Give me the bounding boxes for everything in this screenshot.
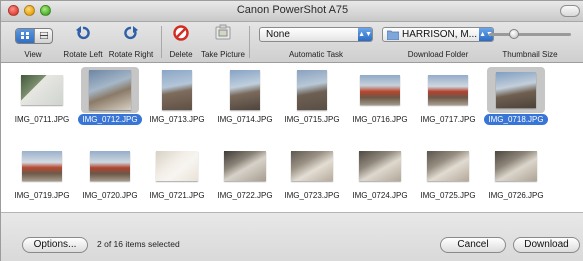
- image-filename-text: IMG_0720.JPG: [82, 191, 138, 200]
- image-item[interactable]: IMG_0716.JPG: [347, 65, 413, 129]
- toolbar: View Rotate Left Rotate Right Delete Tak…: [1, 22, 583, 63]
- image-item[interactable]: IMG_0718.JPG: [483, 65, 549, 129]
- image-item[interactable]: IMG_0724.JPG: [347, 141, 413, 205]
- download-folder-select[interactable]: HARRISON, M... ▲▼: [382, 27, 494, 42]
- automatic-task-value: None: [266, 29, 290, 40]
- take-picture-button[interactable]: Take Picture: [201, 22, 245, 62]
- image-filename-text: IMG_0726.JPG: [488, 191, 544, 200]
- download-button[interactable]: Download: [513, 237, 580, 253]
- title-bar[interactable]: Canon PowerShot A75: [1, 1, 583, 22]
- image-thumbnail[interactable]: [495, 151, 537, 181]
- list-icon: [39, 31, 49, 40]
- automatic-task-label: Automatic Task: [288, 50, 344, 59]
- image-filename-text: IMG_0721.JPG: [149, 191, 205, 200]
- image-filename-text: IMG_0711.JPG: [14, 115, 70, 124]
- image-thumbnail[interactable]: [89, 70, 131, 110]
- image-filename-text: IMG_0724.JPG: [352, 191, 408, 200]
- image-thumbnail[interactable]: [230, 70, 260, 110]
- list-view-segment[interactable]: [34, 29, 52, 43]
- window-title: Canon PowerShot A75: [236, 4, 349, 16]
- image-filename-text: IMG_0718.JPG: [484, 114, 548, 125]
- image-thumbnail[interactable]: [427, 151, 469, 181]
- image-item[interactable]: IMG_0723.JPG: [279, 141, 345, 205]
- image-thumbnail[interactable]: [359, 151, 401, 181]
- take-picture-label: Take Picture: [200, 50, 246, 59]
- image-item[interactable]: IMG_0711.JPG: [9, 65, 75, 129]
- image-filename: IMG_0718.JPG: [475, 114, 557, 125]
- camera-icon: [214, 24, 232, 43]
- image-item[interactable]: IMG_0713.JPG: [144, 65, 210, 129]
- view-segmented-control[interactable]: [15, 28, 53, 44]
- image-item[interactable]: IMG_0725.JPG: [415, 141, 481, 205]
- image-item[interactable]: IMG_0726.JPG: [483, 141, 549, 205]
- image-item[interactable]: IMG_0715.JPG: [279, 65, 345, 129]
- image-thumbnail[interactable]: [496, 72, 536, 108]
- image-capture-window: Canon PowerShot A75 View Rotate Left Rot…: [0, 0, 583, 261]
- thumbnail-size-slider[interactable]: [489, 29, 571, 39]
- rotate-right-icon: [123, 25, 139, 43]
- selection-status: 2 of 16 items selected: [97, 239, 180, 249]
- image-item[interactable]: IMG_0717.JPG: [415, 65, 481, 129]
- image-filename-text: IMG_0725.JPG: [420, 191, 476, 200]
- icon-view-segment[interactable]: [16, 29, 34, 43]
- updown-arrows-icon: ▲▼: [358, 28, 372, 41]
- rotate-left-icon: [75, 25, 91, 43]
- image-filename-text: IMG_0722.JPG: [217, 191, 273, 200]
- image-thumbnail[interactable]: [21, 75, 63, 105]
- image-thumbnail[interactable]: [291, 151, 333, 181]
- image-thumbnail[interactable]: [297, 70, 327, 110]
- image-thumbnail[interactable]: [162, 70, 192, 110]
- download-folder-label: Download Folder: [407, 50, 469, 59]
- image-filename-text: IMG_0713.JPG: [149, 115, 205, 124]
- image-thumbnail[interactable]: [224, 151, 266, 181]
- thumbnail-size-label: Thumbnail Size: [502, 50, 558, 59]
- image-item[interactable]: IMG_0712.JPG: [77, 65, 143, 129]
- image-thumbnail[interactable]: [360, 75, 400, 105]
- image-thumbnail[interactable]: [156, 151, 198, 181]
- image-filename: IMG_0726.JPG: [475, 191, 557, 200]
- image-item[interactable]: IMG_0722.JPG: [212, 141, 278, 205]
- image-filename-text: IMG_0714.JPG: [217, 115, 273, 124]
- image-filename-text: IMG_0723.JPG: [284, 191, 340, 200]
- image-thumbnail[interactable]: [22, 151, 62, 181]
- bottom-bar: Options... 2 of 16 items selected Cancel…: [1, 213, 583, 261]
- download-folder-value: HARRISON, M...: [402, 29, 478, 40]
- grid-icon: [21, 32, 29, 39]
- options-button[interactable]: Options...: [22, 237, 88, 253]
- image-grid: IMG_0711.JPG IMG_0712.JPG IMG_0713.JPG IMG_…: [1, 63, 583, 213]
- image-filename-text: IMG_0717.JPG: [420, 115, 476, 124]
- image-filename-text: IMG_0716.JPG: [352, 115, 408, 124]
- image-item[interactable]: IMG_0721.JPG: [144, 141, 210, 205]
- image-item[interactable]: IMG_0719.JPG: [9, 141, 75, 205]
- image-filename-text: IMG_0719.JPG: [14, 191, 70, 200]
- toolbar-separator: [249, 26, 250, 58]
- image-filename-text: IMG_0712.JPG: [78, 114, 142, 125]
- thumbnail-size-slider-knob[interactable]: [508, 29, 519, 39]
- folder-icon: [386, 30, 400, 43]
- image-thumbnail[interactable]: [90, 151, 130, 181]
- image-thumbnail[interactable]: [428, 75, 468, 105]
- toolbar-toggle-button[interactable]: [560, 5, 580, 17]
- image-filename-text: IMG_0715.JPG: [284, 115, 340, 124]
- image-item[interactable]: IMG_0720.JPG: [77, 141, 143, 205]
- delete-icon: [173, 25, 189, 43]
- automatic-task-select[interactable]: None ▲▼: [259, 27, 373, 42]
- image-item[interactable]: IMG_0714.JPG: [212, 65, 278, 129]
- cancel-button[interactable]: Cancel: [440, 237, 506, 253]
